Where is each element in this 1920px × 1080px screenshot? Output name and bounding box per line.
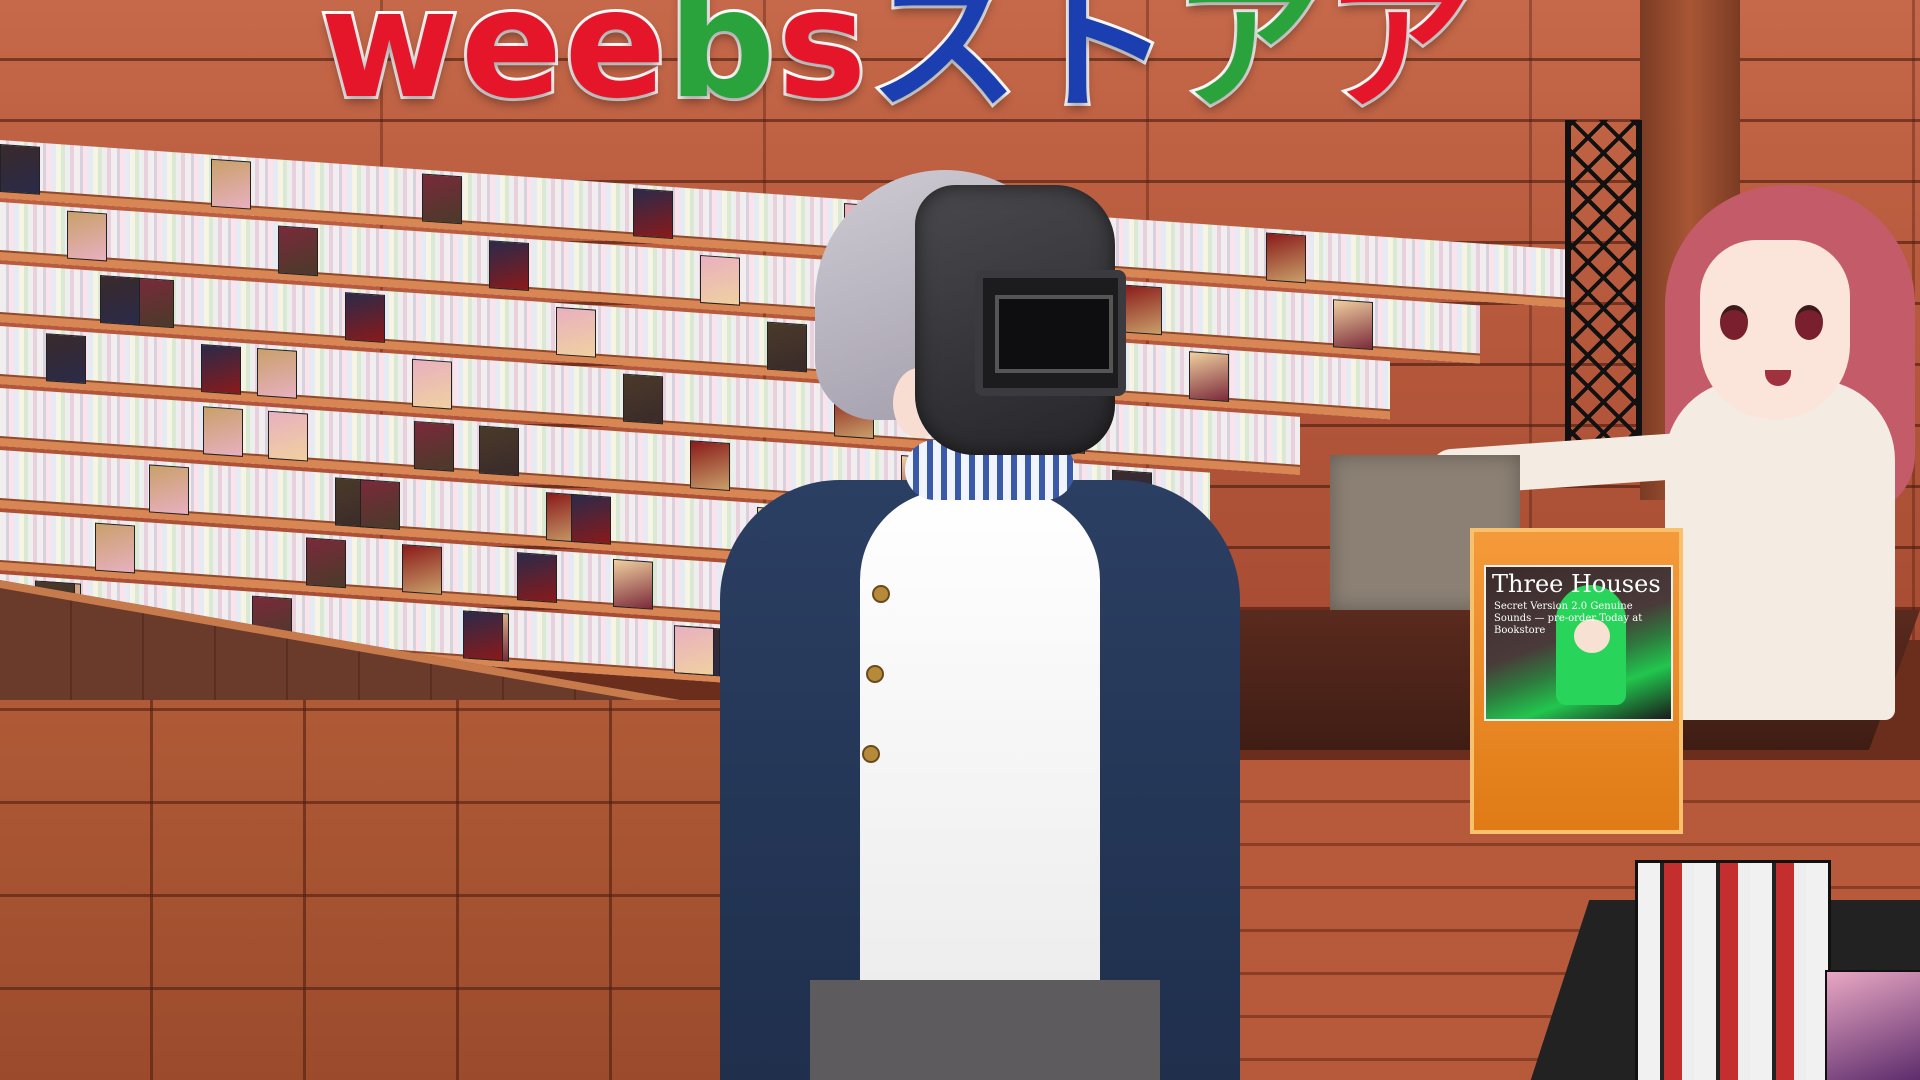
game-cover: [278, 225, 318, 277]
foreground-game-cover: [1825, 970, 1920, 1080]
game-cover: [100, 274, 140, 326]
jacket-button: [862, 745, 880, 763]
game-cover: [306, 537, 346, 589]
game-cover: [463, 610, 503, 662]
jacket-button: [866, 665, 884, 683]
game-cover: [571, 493, 611, 545]
game-cover: [700, 254, 740, 306]
sign-letter: e: [561, 0, 669, 132]
game-cover: [690, 440, 730, 492]
game-cover: [134, 277, 174, 329]
game-cover: [46, 333, 86, 385]
poster-title: Three Houses: [1492, 570, 1661, 598]
poster-subtitle: Secret Version 2.0 Genuine Sounds — pre-…: [1494, 601, 1643, 636]
clerk-eye-right: [1795, 305, 1823, 340]
mask-visor-glass: [995, 295, 1113, 373]
sign-letter: ス: [866, 0, 1022, 132]
game-cover: [412, 358, 452, 410]
player-shirt: [860, 490, 1100, 1010]
game-cover: [211, 158, 251, 210]
game-cover: [268, 410, 308, 462]
game-cover: [422, 173, 462, 225]
foreground-game-boxes: [1635, 860, 1831, 1080]
game-cover: [0, 144, 40, 195]
game-cover: [1189, 351, 1229, 402]
game-scene: weebsストアア Three Houses Secret Version 2.…: [0, 0, 1920, 1080]
game-cover: [201, 344, 241, 395]
game-cover: [623, 373, 663, 425]
display-poster: Three Houses Secret Version 2.0 Genuine …: [1484, 565, 1673, 721]
sign-letter: ト: [1018, 0, 1174, 132]
game-cover: [517, 552, 557, 603]
player-pants: [810, 980, 1160, 1080]
game-cover: [489, 240, 529, 291]
game-cover: [1333, 299, 1373, 351]
game-cover: [414, 420, 454, 472]
game-cover: [67, 210, 107, 262]
game-cover: [1266, 232, 1306, 284]
jacket-button: [872, 585, 890, 603]
sign-letter: w: [317, 0, 462, 132]
game-cover: [345, 292, 385, 343]
game-cover: [95, 522, 135, 574]
clerk-eye-left: [1720, 305, 1748, 340]
game-cover: [203, 406, 243, 457]
game-cover: [613, 558, 653, 610]
sign-letter: e: [458, 0, 566, 132]
store-sign: weebsストアア: [317, 0, 1478, 132]
game-cover: [257, 347, 297, 399]
sign-letter: ア: [1322, 0, 1478, 132]
sign-letter: b: [665, 0, 778, 132]
game-cover: [633, 188, 673, 240]
game-cover: [674, 625, 714, 676]
sign-letter: s: [774, 0, 869, 132]
sign-letter: ア: [1170, 0, 1326, 132]
game-cover: [556, 306, 596, 358]
game-cover: [1122, 284, 1162, 336]
game-cover: [402, 544, 442, 595]
game-cover: [767, 321, 807, 373]
game-cover: [149, 464, 189, 516]
game-cover: [479, 425, 519, 477]
metal-truss: [1565, 120, 1642, 460]
game-cover: [360, 479, 400, 530]
